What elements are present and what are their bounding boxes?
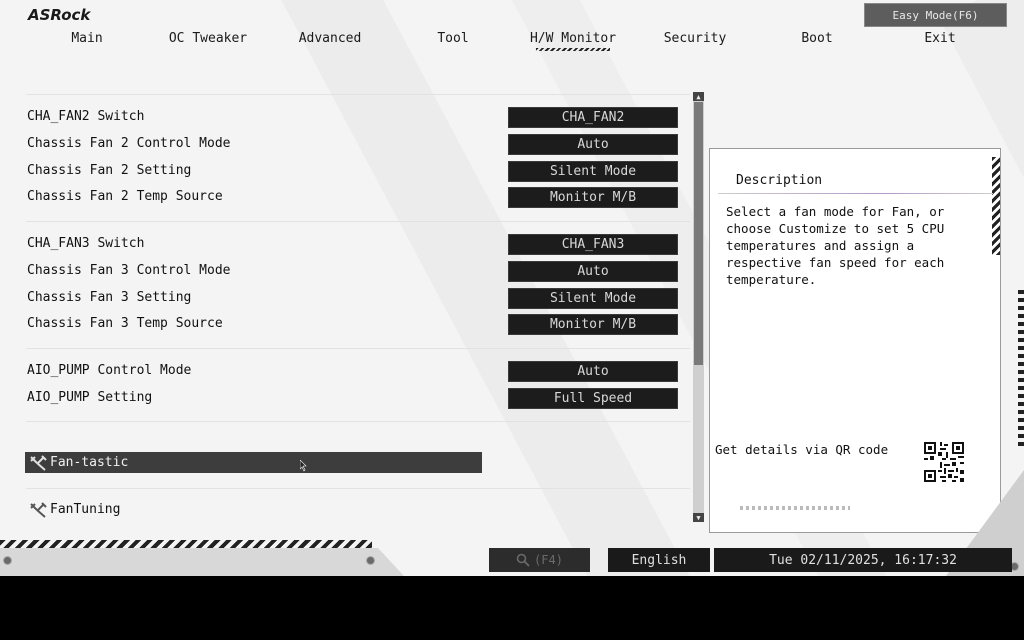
- description-panel: Description Select a fan mode for Fan, o…: [709, 148, 1001, 533]
- divider: [26, 94, 690, 95]
- tab-exit[interactable]: Exit: [924, 31, 955, 46]
- setting-value-cha-fan2-switch[interactable]: CHA_FAN2: [508, 107, 678, 128]
- scroll-down-arrow-icon[interactable]: ▼: [693, 513, 704, 522]
- setting-value-cha-fan2-setting[interactable]: Silent Mode: [508, 161, 678, 182]
- divider: [26, 421, 690, 422]
- submenu-label: FanTuning: [50, 502, 121, 517]
- search-shortcut-label: (F4): [534, 553, 563, 567]
- tab-advanced[interactable]: Advanced: [299, 31, 362, 46]
- rivet-icon: [366, 556, 375, 565]
- setting-label-aio-pump-control-mode: AIO_PUMP Control Mode: [27, 363, 192, 378]
- setting-label-cha-fan2-control-mode: Chassis Fan 2 Control Mode: [27, 136, 231, 151]
- submenu-fantuning[interactable]: FanTuning: [25, 499, 325, 520]
- setting-value-cha-fan3-switch[interactable]: CHA_FAN3: [508, 234, 678, 255]
- scroll-up-arrow-icon[interactable]: ▲: [693, 92, 704, 101]
- setting-value-cha-fan3-control-mode[interactable]: Auto: [508, 261, 678, 282]
- tab-security[interactable]: Security: [664, 31, 727, 46]
- bottom-left-plate: [0, 548, 404, 576]
- description-text: Select a fan mode for Fan, or choose Cus…: [726, 204, 945, 287]
- wrench-icon: [30, 501, 47, 518]
- setting-label-cha-fan2-temp-source: Chassis Fan 2 Temp Source: [27, 189, 223, 204]
- tab-hw-monitor[interactable]: H/W Monitor: [530, 31, 616, 51]
- tab-tool[interactable]: Tool: [437, 31, 468, 46]
- setting-value-aio-pump-setting[interactable]: Full Speed: [508, 388, 678, 409]
- main-menu: Main OC Tweaker Advanced Tool H/W Monito…: [0, 31, 1024, 55]
- submenu-label: Fan-tastic: [50, 455, 129, 470]
- language-button[interactable]: English: [608, 548, 710, 572]
- hazard-stripe: [1018, 290, 1024, 450]
- setting-value-aio-pump-control-mode[interactable]: Auto: [508, 361, 678, 382]
- search-icon: [516, 553, 530, 567]
- submenu-fan-tastic[interactable]: Fan-tastic: [25, 452, 482, 473]
- setting-label-cha-fan2-setting: Chassis Fan 2 Setting: [27, 163, 192, 178]
- bios-screen: ASRock Easy Mode(F6) Main OC Tweaker Adv…: [0, 0, 1024, 576]
- mouse-cursor-icon: [300, 460, 307, 472]
- scrollbar[interactable]: ▲ ▼: [693, 92, 704, 522]
- wrench-icon: [30, 454, 47, 471]
- description-title-underline: [718, 193, 993, 194]
- hazard-stripe: [0, 540, 372, 548]
- divider: [26, 488, 690, 489]
- tab-boot[interactable]: Boot: [801, 31, 832, 46]
- setting-label-cha-fan3-setting: Chassis Fan 3 Setting: [27, 290, 192, 305]
- scroll-thumb[interactable]: [694, 102, 703, 365]
- asrock-logo: ASRock: [28, 6, 91, 24]
- search-button[interactable]: (F4): [489, 548, 590, 572]
- setting-label-cha-fan2-switch: CHA_FAN2 Switch: [27, 109, 145, 124]
- setting-label-cha-fan3-control-mode: Chassis Fan 3 Control Mode: [27, 263, 231, 278]
- qr-code-label: Get details via QR code: [715, 442, 889, 457]
- easy-mode-button[interactable]: Easy Mode(F6): [864, 3, 1007, 27]
- tab-main[interactable]: Main: [71, 31, 102, 46]
- setting-value-cha-fan3-temp-source[interactable]: Monitor M/B: [508, 314, 678, 335]
- rivet-icon: [3, 556, 12, 565]
- divider: [26, 221, 690, 222]
- setting-label-cha-fan3-switch: CHA_FAN3 Switch: [27, 236, 145, 251]
- date-time-display: Tue 02/11/2025, 16:17:32: [714, 548, 1012, 572]
- decorative-dots: [740, 506, 850, 510]
- setting-label-cha-fan3-temp-source: Chassis Fan 3 Temp Source: [27, 316, 223, 331]
- divider: [26, 348, 690, 349]
- description-title: Description: [736, 173, 823, 188]
- qr-code-icon: [924, 442, 964, 482]
- setting-value-cha-fan2-temp-source[interactable]: Monitor M/B: [508, 187, 678, 208]
- setting-value-cha-fan2-control-mode[interactable]: Auto: [508, 134, 678, 155]
- setting-label-aio-pump-setting: AIO_PUMP Setting: [27, 390, 153, 405]
- tab-oc-tweaker[interactable]: OC Tweaker: [169, 31, 247, 46]
- setting-value-cha-fan3-setting[interactable]: Silent Mode: [508, 288, 678, 309]
